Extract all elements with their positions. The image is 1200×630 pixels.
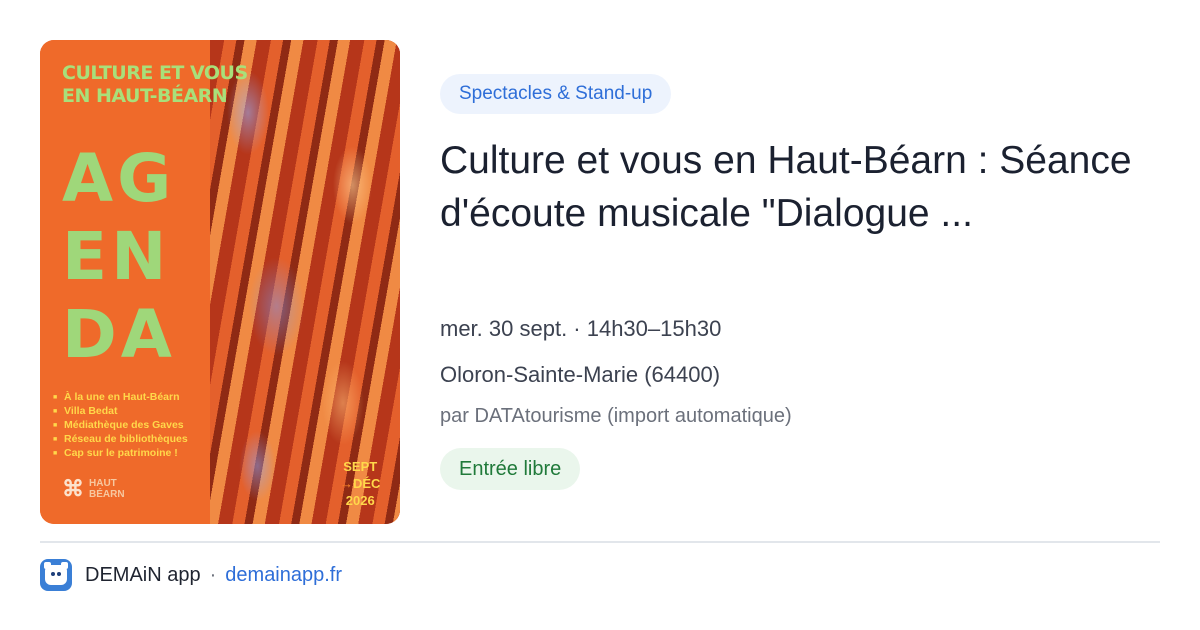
poster-venue-item: Cap sur le patrimoine ! (53, 446, 188, 461)
event-location: Oloron-Sainte-Marie (64400) (440, 362, 721, 387)
poster-logo-text: HAUT (89, 478, 117, 489)
poster-date-year: 2026 (345, 493, 375, 508)
poster-venue-item: À la une en Haut-Béarn (53, 390, 188, 405)
arrow-right-icon: → (340, 476, 353, 491)
haut-bearn-logo-mark-icon: ⌘ (62, 476, 84, 501)
icon-face (45, 565, 67, 585)
poster-date-start: SEPT (343, 459, 378, 474)
poster-venue-list: À la une en Haut-Béarn Villa Bedat Média… (52, 390, 188, 461)
poster-title: CULTURE ET VOUS EN HAUT-BÉARN (62, 62, 252, 108)
poster-venue-item: Villa Bedat (53, 404, 188, 419)
app-domain-link[interactable]: demainapp.fr (225, 564, 342, 587)
poster-venue-item: Réseau de bibliothèques (53, 432, 188, 447)
poster-title-line: EN HAUT-BÉARN (62, 85, 228, 107)
event-poster-image[interactable]: CULTURE ET VOUS EN HAUT-BÉARN AG EN DA À… (40, 40, 400, 524)
poster-date-end: DÉC (353, 476, 381, 491)
footer: DEMAiN app · demainapp.fr (40, 558, 342, 592)
demain-app-icon[interactable] (40, 559, 72, 591)
poster-agenda-line: AG (62, 140, 176, 217)
category-chip[interactable]: Spectacles & Stand-up (440, 74, 672, 114)
poster-date-end-row: →DÉC (340, 475, 380, 492)
poster-photo-panel (210, 40, 400, 524)
icon-eye (51, 572, 55, 576)
event-datetime: mer. 30 sept. · 14h30–15h30 (440, 316, 722, 341)
poster-agenda-line: DA (62, 296, 176, 373)
event-source: par DATAtourisme (import automatique) (440, 405, 792, 427)
poster-venue-item: Médiathèque des Gaves (53, 418, 188, 433)
icon-eye (57, 572, 61, 576)
poster-agenda-line: EN (62, 218, 171, 295)
divider (40, 541, 1160, 543)
poster-date-range: SEPT →DÉC 2026 (340, 458, 380, 509)
price-badge: Entrée libre (440, 448, 581, 490)
poster-agenda-text: AG EN DA (62, 140, 176, 374)
haut-bearn-logo: ⌘ HAUT BÉARN (62, 476, 125, 502)
event-title[interactable]: Culture et vous en Haut-Béarn : Séance d… (440, 134, 1140, 240)
poster-logo-text: BÉARN (89, 489, 125, 500)
app-name: DEMAiN app (85, 563, 201, 586)
footer-separator: · (209, 563, 217, 586)
poster-title-line: CULTURE ET VOUS (62, 62, 248, 84)
